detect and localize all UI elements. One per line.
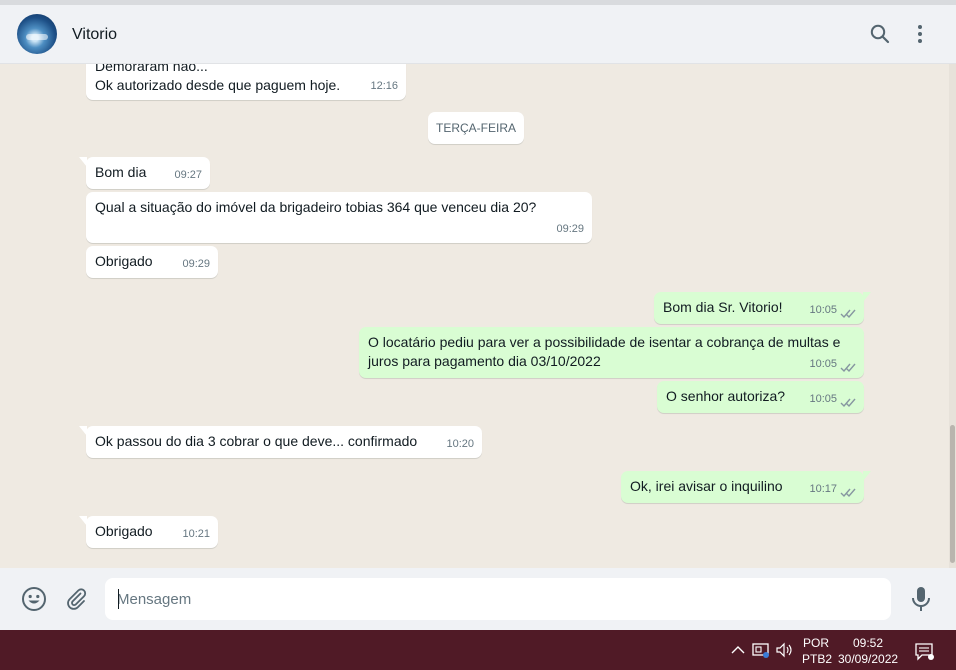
double-check-icon bbox=[840, 398, 856, 408]
chat-header: Vitorio bbox=[0, 5, 956, 64]
message-text: Qual a situação do imóvel da brigadeiro … bbox=[95, 199, 537, 215]
input-language[interactable]: POR PTB2 bbox=[802, 635, 832, 667]
message-time: 10:05 bbox=[809, 304, 837, 316]
text-caret bbox=[118, 589, 119, 609]
message-time: 12:16 bbox=[370, 80, 398, 92]
system-clock[interactable]: 09:52 30/09/2022 bbox=[838, 635, 898, 667]
contact-name[interactable]: Vitorio bbox=[72, 26, 117, 44]
search-icon[interactable] bbox=[868, 22, 892, 46]
emoji-icon[interactable] bbox=[21, 586, 47, 612]
clock-date: 30/09/2022 bbox=[838, 652, 899, 666]
message-incoming[interactable]: Obrigado 10:21 bbox=[79, 516, 218, 548]
language-code: POR bbox=[803, 636, 830, 650]
clock-time: 09:52 bbox=[852, 636, 884, 650]
message-list[interactable]: Demoraram não... Ok autorizado desde que… bbox=[0, 64, 956, 568]
message-time: 09:29 bbox=[556, 223, 584, 235]
os-taskbar: POR PTB2 09:52 30/09/2022 bbox=[0, 630, 956, 670]
message-text: Obrigado bbox=[95, 523, 153, 539]
keyboard-layout: PTB2 bbox=[802, 652, 833, 666]
message-time: 10:21 bbox=[182, 528, 210, 540]
double-check-icon bbox=[840, 363, 856, 373]
message-text: O senhor autoriza? bbox=[666, 388, 786, 404]
message-time: 10:05 bbox=[809, 358, 837, 370]
message-time: 10:20 bbox=[446, 438, 474, 450]
message-incoming[interactable]: Demoraram não... Ok autorizado desde que… bbox=[86, 64, 406, 100]
message-composer bbox=[0, 568, 956, 630]
message-outgoing[interactable]: O locatário pediu para ver a possibilida… bbox=[359, 327, 864, 378]
message-input[interactable] bbox=[105, 578, 891, 620]
chevron-up-icon[interactable] bbox=[729, 641, 747, 659]
message-text: Ok passou do dia 3 cobrar o que deve... … bbox=[95, 433, 418, 449]
message-text: Demoraram não... bbox=[95, 64, 208, 74]
double-check-icon bbox=[840, 488, 856, 498]
message-text: Ok autorizado desde que paguem hoje. bbox=[95, 77, 341, 93]
attach-icon[interactable] bbox=[64, 587, 88, 611]
scrollbar-thumb[interactable] bbox=[950, 425, 955, 563]
network-icon[interactable] bbox=[752, 641, 770, 659]
volume-icon[interactable] bbox=[775, 641, 793, 659]
contact-avatar[interactable] bbox=[17, 14, 57, 54]
message-incoming[interactable]: Qual a situação do imóvel da brigadeiro … bbox=[86, 192, 592, 243]
notification-icon[interactable] bbox=[914, 641, 934, 661]
message-outgoing[interactable]: O senhor autoriza? 10:05 bbox=[657, 381, 864, 413]
mic-icon[interactable] bbox=[909, 585, 933, 613]
menu-icon[interactable] bbox=[908, 22, 932, 46]
message-incoming[interactable]: Bom dia 09:27 bbox=[79, 157, 210, 189]
message-time: 10:17 bbox=[809, 483, 837, 495]
message-time: 09:29 bbox=[182, 258, 210, 270]
message-outgoing[interactable]: Bom dia Sr. Vitorio! 10:05 bbox=[654, 292, 871, 324]
message-time: 10:05 bbox=[809, 393, 837, 405]
message-incoming[interactable]: Ok passou do dia 3 cobrar o que deve... … bbox=[79, 426, 482, 458]
message-text: Bom dia bbox=[95, 164, 147, 180]
double-check-icon bbox=[840, 309, 856, 319]
message-time: 09:27 bbox=[174, 169, 202, 181]
message-incoming[interactable]: Obrigado 09:29 bbox=[86, 246, 218, 278]
day-separator: TERÇA-FEIRA bbox=[428, 112, 524, 144]
message-text: O locatário pediu para ver a possibilida… bbox=[368, 334, 841, 369]
message-text: Bom dia Sr. Vitorio! bbox=[663, 299, 783, 315]
message-text: Ok, irei avisar o inquilino bbox=[630, 478, 783, 494]
message-outgoing[interactable]: Ok, irei avisar o inquilino 10:17 bbox=[621, 471, 871, 503]
message-text: Obrigado bbox=[95, 253, 153, 269]
